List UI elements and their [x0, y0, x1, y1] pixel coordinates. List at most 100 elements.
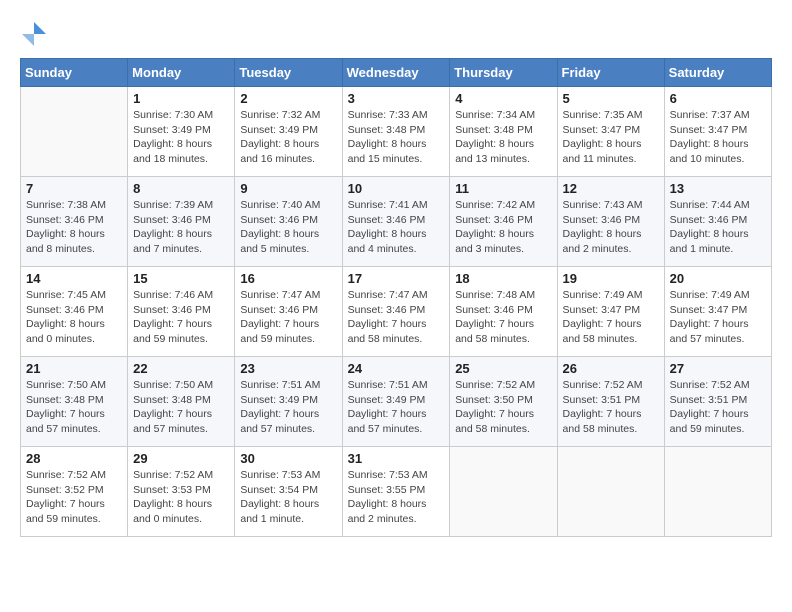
day-info: Sunrise: 7:35 AMSunset: 3:47 PMDaylight:…: [563, 108, 659, 167]
day-number: 18: [455, 271, 551, 286]
day-number: 31: [348, 451, 445, 466]
logo-icon: [20, 20, 48, 48]
calendar-cell: 17 Sunrise: 7:47 AMSunset: 3:46 PMDayligh…: [342, 267, 450, 357]
day-number: 6: [670, 91, 766, 106]
calendar-cell: 31Sunrise: 7:53 AMSunset: 3:55 PMDayligh…: [342, 447, 450, 537]
calendar-cell: 6 Sunrise: 7:37 AMSunset: 3:47 PMDaylight…: [664, 87, 771, 177]
page-header: [20, 20, 772, 48]
day-number: 4: [455, 91, 551, 106]
calendar-cell: 9 Sunrise: 7:40 AMSunset: 3:46 PMDaylight…: [235, 177, 342, 267]
day-number: 13: [670, 181, 766, 196]
calendar-week-3: 14 Sunrise: 7:45 AMSunset: 3:46 PMDayligh…: [21, 267, 772, 357]
day-info: Sunrise: 7:52 AMSunset: 3:52 PMDaylight:…: [26, 468, 122, 527]
calendar-cell: 22 Sunrise: 7:50 AMSunset: 3:48 PMDayligh…: [128, 357, 235, 447]
calendar-cell: 30 Sunrise: 7:53 AMSunset: 3:54 PMDayligh…: [235, 447, 342, 537]
day-info: Sunrise: 7:53 AMSunset: 3:54 PMDaylight:…: [240, 468, 336, 527]
day-number: 14: [26, 271, 122, 286]
day-number: 27: [670, 361, 766, 376]
day-info: Sunrise: 7:39 AMSunset: 3:46 PMDaylight:…: [133, 198, 229, 257]
header-saturday: Saturday: [664, 59, 771, 87]
day-info: Sunrise: 7:43 AMSunset: 3:46 PMDaylight:…: [563, 198, 659, 257]
day-info: Sunrise: 7:30 AMSunset: 3:49 PMDaylight:…: [133, 108, 229, 167]
day-number: 11: [455, 181, 551, 196]
day-number: 15: [133, 271, 229, 286]
calendar-week-1: 1 Sunrise: 7:30 AMSunset: 3:49 PMDaylight…: [21, 87, 772, 177]
calendar-week-4: 21 Sunrise: 7:50 AMSunset: 3:48 PMDayligh…: [21, 357, 772, 447]
calendar-cell: 15 Sunrise: 7:46 AMSunset: 3:46 PMDayligh…: [128, 267, 235, 357]
calendar-cell: 20 Sunrise: 7:49 AMSunset: 3:47 PMDayligh…: [664, 267, 771, 357]
header-sunday: Sunday: [21, 59, 128, 87]
calendar-cell: 23Sunrise: 7:51 AMSunset: 3:49 PMDayligh…: [235, 357, 342, 447]
day-number: 9: [240, 181, 336, 196]
calendar-week-5: 28 Sunrise: 7:52 AMSunset: 3:52 PMDayligh…: [21, 447, 772, 537]
calendar-cell: 5 Sunrise: 7:35 AMSunset: 3:47 PMDaylight…: [557, 87, 664, 177]
day-number: 26: [563, 361, 659, 376]
day-info: Sunrise: 7:41 AMSunset: 3:46 PMDaylight:…: [348, 198, 445, 257]
header-monday: Monday: [128, 59, 235, 87]
day-info: Sunrise: 7:32 AMSunset: 3:49 PMDaylight:…: [240, 108, 336, 167]
calendar-cell: 13Sunrise: 7:44 AMSunset: 3:46 PMDayligh…: [664, 177, 771, 267]
calendar-cell: 2Sunrise: 7:32 AMSunset: 3:49 PMDaylight…: [235, 87, 342, 177]
calendar-table: SundayMondayTuesdayWednesdayThursdayFrid…: [20, 58, 772, 537]
calendar-cell: [21, 87, 128, 177]
logo: [20, 20, 52, 48]
day-number: 21: [26, 361, 122, 376]
calendar-cell: 10 Sunrise: 7:41 AMSunset: 3:46 PMDayligh…: [342, 177, 450, 267]
day-info: Sunrise: 7:45 AMSunset: 3:46 PMDaylight:…: [26, 288, 122, 347]
calendar-week-2: 7 Sunrise: 7:38 AMSunset: 3:46 PMDaylight…: [21, 177, 772, 267]
day-info: Sunrise: 7:52 AMSunset: 3:51 PMDaylight:…: [563, 378, 659, 437]
day-number: 19: [563, 271, 659, 286]
calendar-cell: 28 Sunrise: 7:52 AMSunset: 3:52 PMDayligh…: [21, 447, 128, 537]
day-info: Sunrise: 7:47 AMSunset: 3:46 PMDaylight:…: [348, 288, 445, 347]
day-info: Sunrise: 7:50 AMSunset: 3:48 PMDaylight:…: [26, 378, 122, 437]
calendar-cell: 12 Sunrise: 7:43 AMSunset: 3:46 PMDayligh…: [557, 177, 664, 267]
day-number: 17: [348, 271, 445, 286]
day-info: Sunrise: 7:52 AMSunset: 3:53 PMDaylight:…: [133, 468, 229, 527]
day-number: 5: [563, 91, 659, 106]
day-number: 28: [26, 451, 122, 466]
calendar-cell: 1 Sunrise: 7:30 AMSunset: 3:49 PMDaylight…: [128, 87, 235, 177]
day-info: Sunrise: 7:37 AMSunset: 3:47 PMDaylight:…: [670, 108, 766, 167]
day-info: Sunrise: 7:46 AMSunset: 3:46 PMDaylight:…: [133, 288, 229, 347]
header-thursday: Thursday: [450, 59, 557, 87]
day-info: Sunrise: 7:38 AMSunset: 3:46 PMDaylight:…: [26, 198, 122, 257]
day-number: 8: [133, 181, 229, 196]
day-info: Sunrise: 7:47 AMSunset: 3:46 PMDaylight:…: [240, 288, 336, 347]
calendar-cell: 26 Sunrise: 7:52 AMSunset: 3:51 PMDayligh…: [557, 357, 664, 447]
day-number: 3: [348, 91, 445, 106]
day-number: 10: [348, 181, 445, 196]
calendar-header-row: SundayMondayTuesdayWednesdayThursdayFrid…: [21, 59, 772, 87]
day-number: 16: [240, 271, 336, 286]
day-info: Sunrise: 7:49 AMSunset: 3:47 PMDaylight:…: [670, 288, 766, 347]
day-info: Sunrise: 7:40 AMSunset: 3:46 PMDaylight:…: [240, 198, 336, 257]
calendar-cell: [557, 447, 664, 537]
calendar-cell: 25Sunrise: 7:52 AMSunset: 3:50 PMDayligh…: [450, 357, 557, 447]
day-number: 7: [26, 181, 122, 196]
calendar-cell: 8 Sunrise: 7:39 AMSunset: 3:46 PMDaylight…: [128, 177, 235, 267]
calendar-cell: 14 Sunrise: 7:45 AMSunset: 3:46 PMDayligh…: [21, 267, 128, 357]
header-wednesday: Wednesday: [342, 59, 450, 87]
header-tuesday: Tuesday: [235, 59, 342, 87]
calendar-cell: 19 Sunrise: 7:49 AMSunset: 3:47 PMDayligh…: [557, 267, 664, 357]
calendar-cell: 29 Sunrise: 7:52 AMSunset: 3:53 PMDayligh…: [128, 447, 235, 537]
day-number: 30: [240, 451, 336, 466]
calendar-cell: 7 Sunrise: 7:38 AMSunset: 3:46 PMDaylight…: [21, 177, 128, 267]
calendar-cell: 11Sunrise: 7:42 AMSunset: 3:46 PMDayligh…: [450, 177, 557, 267]
calendar-cell: 27 Sunrise: 7:52 AMSunset: 3:51 PMDayligh…: [664, 357, 771, 447]
day-number: 22: [133, 361, 229, 376]
day-info: Sunrise: 7:52 AMSunset: 3:50 PMDaylight:…: [455, 378, 551, 437]
day-info: Sunrise: 7:33 AMSunset: 3:48 PMDaylight:…: [348, 108, 445, 167]
calendar-cell: [664, 447, 771, 537]
day-info: Sunrise: 7:48 AMSunset: 3:46 PMDaylight:…: [455, 288, 551, 347]
day-number: 12: [563, 181, 659, 196]
day-number: 29: [133, 451, 229, 466]
day-number: 20: [670, 271, 766, 286]
day-number: 1: [133, 91, 229, 106]
day-info: Sunrise: 7:49 AMSunset: 3:47 PMDaylight:…: [563, 288, 659, 347]
day-info: Sunrise: 7:52 AMSunset: 3:51 PMDaylight:…: [670, 378, 766, 437]
calendar-cell: 3 Sunrise: 7:33 AMSunset: 3:48 PMDaylight…: [342, 87, 450, 177]
day-number: 24: [348, 361, 445, 376]
day-number: 23: [240, 361, 336, 376]
calendar-cell: 18 Sunrise: 7:48 AMSunset: 3:46 PMDayligh…: [450, 267, 557, 357]
day-info: Sunrise: 7:50 AMSunset: 3:48 PMDaylight:…: [133, 378, 229, 437]
